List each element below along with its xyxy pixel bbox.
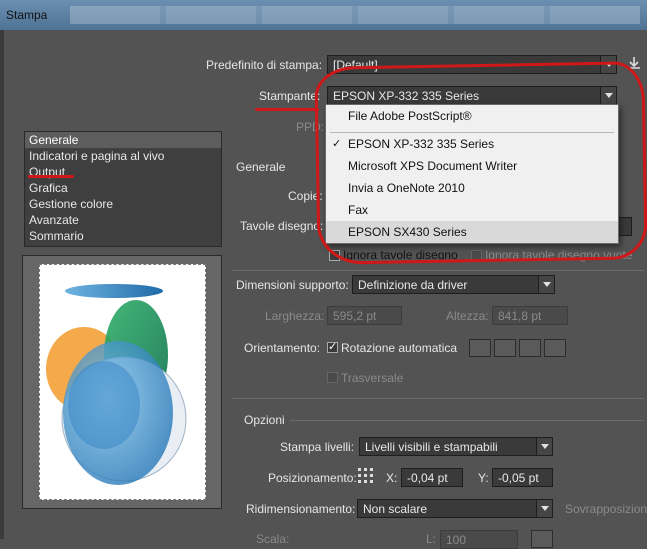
auto-rotate-label: Rotazione automatica: [341, 341, 458, 355]
window-titlebar: Stampa: [0, 0, 647, 30]
media-size-value: Definizione da driver: [358, 278, 468, 292]
x-label: X:: [386, 471, 398, 485]
category-list: Generale Indicatori e pagina al vivo Out…: [24, 131, 222, 247]
placement-grid-icon[interactable]: [357, 467, 375, 485]
transverse-checkbox[interactable]: [327, 372, 338, 383]
divider: [232, 398, 644, 399]
options-header: Opzioni: [244, 413, 285, 427]
sidebar-item-indicatori[interactable]: Indicatori e pagina al vivo: [25, 148, 221, 164]
sidebar-item-avanzate[interactable]: Avanzate: [25, 212, 221, 228]
scaling-select[interactable]: Non scalare: [357, 499, 553, 518]
preview-artwork: [46, 284, 187, 485]
scale-w-label: L:: [426, 532, 437, 546]
link-icon[interactable]: [531, 530, 553, 548]
scaling-label: Ridimensionamento:: [246, 502, 356, 516]
width-field[interactable]: 595,2 pt: [327, 306, 402, 325]
sidebar-item-sommario[interactable]: Sommario: [25, 228, 221, 244]
transverse-label: Trasversale: [341, 371, 404, 385]
overlap-label: Sovrapposizione: [565, 502, 647, 516]
height-label: Altezza:: [446, 309, 489, 323]
scaling-value: Non scalare: [363, 502, 428, 516]
media-size-label: Dimensioni supporto:: [236, 278, 349, 292]
height-field[interactable]: 841,8 pt: [492, 306, 568, 325]
printer-label: Stampante:: [259, 89, 321, 103]
landscape-icon[interactable]: [494, 339, 516, 357]
artboards-label: Tavole disegno:: [240, 219, 324, 233]
portrait-flipped-icon[interactable]: [519, 339, 541, 357]
width-label: Larghezza:: [265, 309, 325, 323]
general-header: Generale: [236, 160, 286, 174]
placement-label: Posizionamento:: [268, 471, 357, 485]
auto-rotate-checkbox[interactable]: [327, 340, 338, 353]
portrait-icon[interactable]: [469, 339, 491, 357]
chevron-down-icon: [538, 276, 554, 293]
print-layers-value: Livelli visibili e stampabili: [365, 440, 498, 454]
window-title: Stampa: [6, 8, 48, 22]
sidebar-item-generale[interactable]: Generale: [25, 132, 221, 148]
scale-label: Scala:: [256, 532, 290, 546]
orientation-label: Orientamento:: [244, 341, 321, 355]
x-field[interactable]: -0,04 pt: [401, 468, 463, 487]
landscape-flipped-icon[interactable]: [544, 339, 566, 357]
print-preview: [22, 255, 222, 509]
print-layers-label: Stampa livelli:: [280, 440, 355, 454]
red-annotation-circle: [314, 61, 647, 265]
background-tabs: [70, 6, 640, 24]
sidebar-item-grafica[interactable]: Grafica: [25, 180, 221, 196]
divider: [290, 420, 644, 421]
chevron-down-icon: [536, 438, 552, 455]
sidebar-item-gestione-colore[interactable]: Gestione colore: [25, 196, 221, 212]
chevron-down-icon: [536, 500, 552, 517]
red-annotation-underline: [255, 108, 319, 111]
scale-w-field[interactable]: 100: [440, 530, 518, 549]
y-label: Y:: [478, 471, 489, 485]
red-annotation-underline: [28, 175, 74, 178]
preset-label: Predefinito di stampa:: [206, 58, 323, 72]
preview-page: [39, 264, 206, 500]
divider: [232, 270, 644, 271]
media-size-select[interactable]: Definizione da driver: [352, 275, 555, 294]
y-field[interactable]: -0,05 pt: [492, 468, 553, 487]
print-layers-select[interactable]: Livelli visibili e stampabili: [359, 437, 553, 456]
